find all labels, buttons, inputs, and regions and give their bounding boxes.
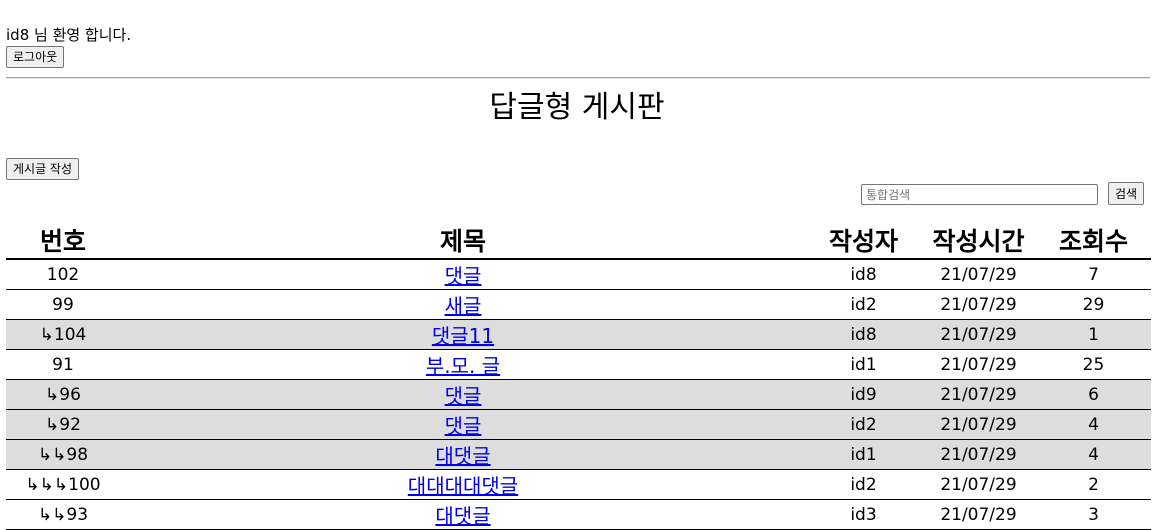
write-post-button[interactable]: 게시글 작성	[6, 158, 80, 180]
post-views: 7	[1036, 259, 1151, 290]
post-time: 21/07/29	[921, 319, 1036, 350]
post-title-link[interactable]: 대댓글	[435, 504, 490, 528]
post-title-link[interactable]: 대댓글	[435, 444, 490, 468]
post-time: 21/07/29	[921, 439, 1036, 470]
column-header-time: 작성시간	[921, 222, 1036, 260]
post-number: ↳↳↳100	[6, 469, 120, 500]
post-title-cell: 댓글	[120, 379, 806, 410]
post-number: 102	[6, 259, 120, 290]
post-number: ↳104	[6, 319, 120, 350]
board-table-body: 102 댓글 id8 21/07/29 7 99 새글 id2 21/07/29 29 ↳104 댓글…	[6, 259, 1151, 530]
post-title-cell: 대대대대댓글	[120, 469, 806, 500]
post-writer: id1	[806, 439, 921, 470]
post-time: 21/07/29	[921, 259, 1036, 290]
column-header-writer: 작성자	[806, 222, 921, 260]
post-writer: id2	[806, 469, 921, 500]
post-title-cell: 대댓글	[120, 439, 806, 470]
post-writer: id8	[806, 319, 921, 350]
search-button[interactable]: 검색	[1108, 182, 1145, 205]
post-time: 21/07/29	[921, 499, 1036, 530]
post-views: 6	[1036, 379, 1151, 410]
post-number: ↳↳93	[6, 499, 120, 530]
table-row: ↳104 댓글11 id8 21/07/29 1	[6, 319, 1151, 350]
column-header-views: 조회수	[1036, 222, 1151, 260]
table-row: 102 댓글 id8 21/07/29 7	[6, 259, 1151, 290]
post-views: 1	[1036, 319, 1151, 350]
post-views: 4	[1036, 409, 1151, 440]
table-row: 99 새글 id2 21/07/29 29	[6, 289, 1151, 320]
post-time: 21/07/29	[921, 379, 1036, 410]
post-title-cell: 댓글	[120, 259, 806, 290]
post-writer: id1	[806, 349, 921, 380]
post-title-cell: 부.모. 글	[120, 349, 806, 380]
post-views: 25	[1036, 349, 1151, 380]
post-time: 21/07/29	[921, 349, 1036, 380]
welcome-message: id8 님 환영 합니다.	[6, 26, 132, 44]
table-row: ↳92 댓글 id2 21/07/29 4	[6, 409, 1151, 440]
post-views: 4	[1036, 439, 1151, 470]
post-title-link[interactable]: 새글	[445, 294, 482, 318]
board-table: 번호 제목 작성자 작성시간 조회수 102 댓글 id8 21/07/29 7 99 새글…	[6, 222, 1151, 530]
post-title-link[interactable]: 댓글	[445, 414, 482, 438]
post-number: 99	[6, 289, 120, 320]
post-time: 21/07/29	[921, 409, 1036, 440]
column-header-title: 제목	[120, 222, 806, 260]
table-row: ↳96 댓글 id9 21/07/29 6	[6, 379, 1151, 410]
table-row: ↳↳93 대댓글 id3 21/07/29 3	[6, 499, 1151, 530]
post-writer: id3	[806, 499, 921, 530]
post-writer: id9	[806, 379, 921, 410]
post-title-link[interactable]: 댓글11	[432, 324, 494, 348]
post-views: 29	[1036, 289, 1151, 320]
table-row: ↳↳98 대댓글 id1 21/07/29 4	[6, 439, 1151, 470]
table-header-row: 번호 제목 작성자 작성시간 조회수	[6, 222, 1151, 260]
post-writer: id8	[806, 259, 921, 290]
post-number: ↳96	[6, 379, 120, 410]
post-time: 21/07/29	[921, 289, 1036, 320]
post-writer: id2	[806, 289, 921, 320]
column-header-no: 번호	[6, 222, 120, 260]
post-title-link[interactable]: 부.모. 글	[426, 354, 500, 378]
post-title-cell: 댓글	[120, 409, 806, 440]
table-row: 91 부.모. 글 id1 21/07/29 25	[6, 349, 1151, 380]
post-views: 2	[1036, 469, 1151, 500]
post-number: ↳↳98	[6, 439, 120, 470]
page-title: 답글형 게시판	[489, 90, 665, 125]
post-number: ↳92	[6, 409, 120, 440]
post-title-link[interactable]: 댓글	[445, 264, 482, 288]
table-row: ↳↳↳100 대대대대댓글 id2 21/07/29 2	[6, 469, 1151, 500]
divider	[6, 77, 1150, 79]
post-title-link[interactable]: 대대대대댓글	[408, 474, 518, 498]
post-views: 3	[1036, 499, 1151, 530]
post-title-cell: 새글	[120, 289, 806, 320]
search-input[interactable]	[861, 184, 1098, 205]
post-number: 91	[6, 349, 120, 380]
post-writer: id2	[806, 409, 921, 440]
logout-button[interactable]: 로그아웃	[6, 46, 65, 68]
post-time: 21/07/29	[921, 469, 1036, 500]
post-title-cell: 댓글11	[120, 319, 806, 350]
post-title-cell: 대댓글	[120, 499, 806, 530]
post-title-link[interactable]: 댓글	[445, 384, 482, 408]
